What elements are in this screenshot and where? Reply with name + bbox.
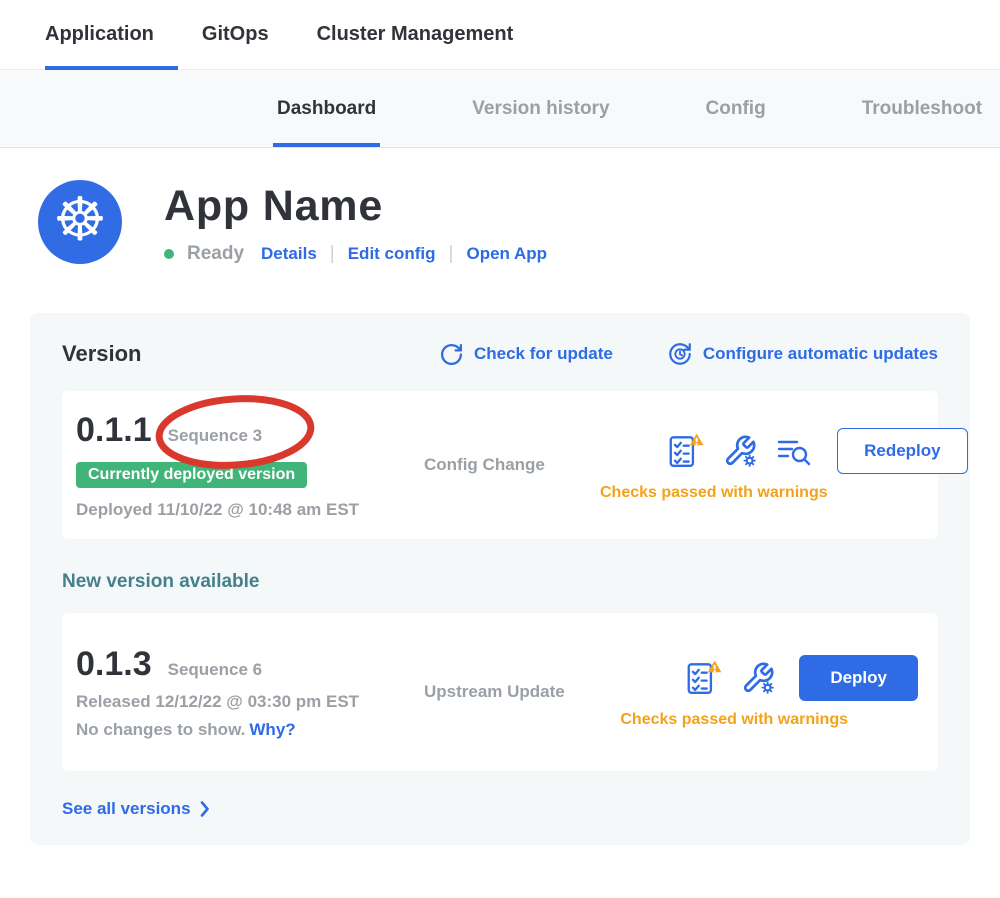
view-files-icon[interactable]: [775, 433, 813, 469]
current-version-card: 0.1.1 Sequence 3 Currently deployed vers…: [62, 391, 938, 539]
status-dot: [164, 249, 174, 259]
link-divider: |: [449, 243, 454, 265]
released-timestamp: Released 12/12/22 @ 03:30 pm EST: [76, 692, 424, 712]
tab-dashboard[interactable]: Dashboard: [277, 70, 376, 147]
deployed-timestamp: Deployed 11/10/22 @ 10:48 am EST: [76, 500, 424, 520]
app-subnav: Dashboard Version history Config Trouble…: [0, 70, 1000, 148]
check-for-update-link[interactable]: Check for update: [439, 342, 613, 367]
app-header: ☸ App Name Ready Details | Edit config |…: [0, 148, 1000, 265]
auto-update-clock-icon: [667, 341, 693, 367]
deployed-badge: Currently deployed version: [76, 462, 307, 488]
new-version-number: 0.1.3: [76, 644, 152, 684]
current-release-type: Config Change: [424, 455, 600, 475]
configure-auto-updates-label: Configure automatic updates: [703, 344, 938, 364]
tab-version-history[interactable]: Version history: [472, 70, 609, 147]
see-all-versions-label: See all versions: [62, 799, 191, 819]
see-all-versions-link[interactable]: See all versions: [62, 799, 210, 819]
current-version-number: 0.1.1: [76, 410, 152, 450]
primary-nav: Application GitOps Cluster Management: [0, 0, 1000, 70]
tab-cluster-management[interactable]: Cluster Management: [317, 0, 514, 69]
wrench-gear-icon[interactable]: [723, 434, 757, 468]
tab-gitops[interactable]: GitOps: [202, 0, 269, 69]
link-divider: |: [330, 243, 335, 265]
tab-application[interactable]: Application: [45, 0, 154, 69]
new-version-sequence: Sequence 6: [168, 660, 263, 680]
version-section-title: Version: [62, 341, 141, 367]
helm-wheel-icon: ☸: [53, 190, 107, 250]
refresh-icon: [439, 342, 464, 367]
wrench-gear-icon[interactable]: [741, 661, 775, 695]
kubernetes-logo: ☸: [38, 180, 122, 264]
open-app-link[interactable]: Open App: [466, 244, 547, 264]
tab-troubleshoot[interactable]: Troubleshoot: [862, 70, 982, 147]
why-link[interactable]: Why?: [249, 720, 295, 739]
current-version-sequence: Sequence 3: [168, 426, 263, 446]
no-changes-row: No changes to show.Why?: [76, 720, 424, 740]
app-name: App Name: [164, 182, 547, 231]
new-version-heading: New version available: [62, 571, 938, 593]
tab-config[interactable]: Config: [706, 70, 766, 147]
redeploy-button[interactable]: Redeploy: [837, 428, 968, 474]
current-checks-status[interactable]: Checks passed with warnings: [600, 484, 828, 502]
new-checks-status[interactable]: Checks passed with warnings: [620, 711, 848, 729]
edit-config-link[interactable]: Edit config: [348, 244, 436, 264]
details-link[interactable]: Details: [261, 244, 317, 264]
configure-auto-updates-link[interactable]: Configure automatic updates: [667, 341, 938, 367]
deploy-button[interactable]: Deploy: [799, 655, 918, 701]
version-section: Version Check for update Configure autom…: [30, 313, 970, 845]
no-changes-text: No changes to show.: [76, 720, 245, 739]
preflight-checks-warning-icon[interactable]: [683, 659, 723, 697]
check-for-update-label: Check for update: [474, 344, 613, 364]
chevron-right-icon: [200, 801, 210, 817]
new-release-type: Upstream Update: [424, 682, 600, 702]
app-status: Ready: [187, 243, 244, 265]
preflight-checks-warning-icon[interactable]: [665, 432, 705, 470]
new-version-card: 0.1.3 Sequence 6 Released 12/12/22 @ 03:…: [62, 613, 938, 771]
